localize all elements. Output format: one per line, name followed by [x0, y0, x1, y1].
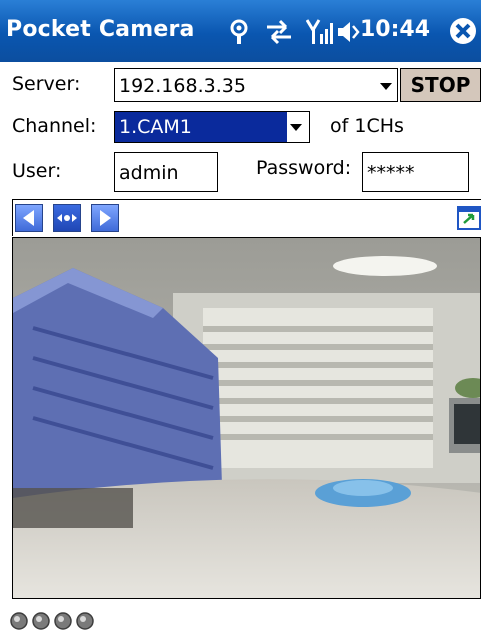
stop-button[interactable]: STOP [400, 68, 481, 102]
connectivity-icon[interactable] [226, 18, 252, 46]
volume-icon[interactable] [336, 18, 360, 46]
user-value: admin [119, 162, 179, 184]
password-field[interactable]: ***** [362, 152, 469, 192]
video-toolbar [12, 199, 481, 236]
camera-scene [13, 238, 480, 598]
password-label: Password: [256, 157, 352, 179]
move-icon[interactable] [53, 204, 81, 232]
clock: 10:44 [360, 17, 431, 42]
user-field[interactable]: admin [114, 152, 218, 192]
channel-select[interactable]: 1.CAM1 [114, 111, 310, 143]
user-label: User: [12, 160, 62, 182]
channel-label: Channel: [12, 115, 97, 137]
server-label: Server: [12, 73, 81, 95]
arrow-right-icon[interactable] [91, 204, 119, 232]
password-value: ***** [367, 162, 415, 184]
channel-count-label: of 1CHs [330, 115, 404, 137]
title-bar: Pocket Camera 10:44 [0, 0, 481, 62]
chevron-down-icon[interactable] [380, 83, 392, 90]
window-icon[interactable] [457, 206, 481, 230]
chevron-down-icon[interactable] [290, 124, 302, 131]
loading-dots-icon [10, 612, 94, 630]
server-value: 192.168.3.35 [119, 75, 246, 97]
server-select[interactable]: 192.168.3.35 [114, 68, 398, 102]
signal-icon[interactable] [306, 18, 336, 46]
channel-value: 1.CAM1 [115, 112, 287, 142]
arrow-left-icon[interactable] [15, 204, 43, 232]
app-title: Pocket Camera [6, 17, 195, 42]
sync-icon[interactable] [264, 18, 294, 46]
close-icon[interactable] [448, 16, 478, 46]
camera-feed[interactable] [12, 237, 481, 599]
